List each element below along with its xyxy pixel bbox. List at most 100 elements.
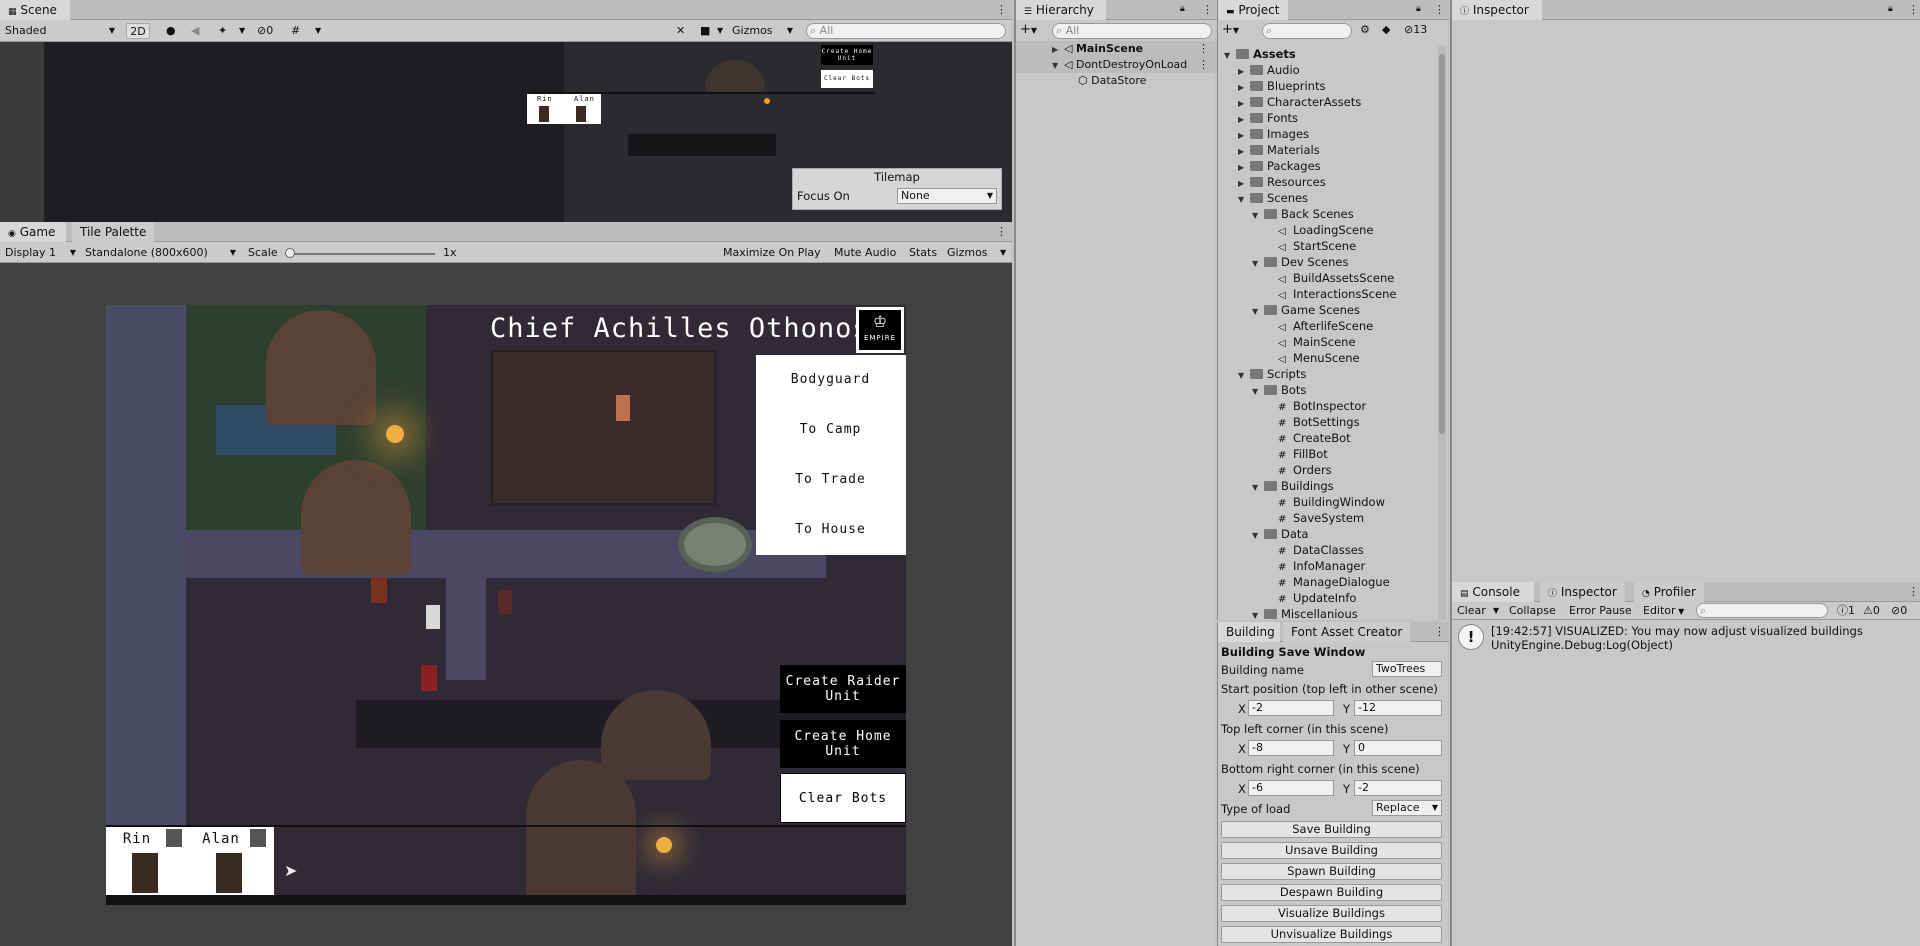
focus-on-dropdown[interactable]: None ▼ [897, 188, 997, 204]
scene-search-input[interactable]: ⌕ All [806, 23, 1006, 39]
empire-badge[interactable]: ♔ EMPIRE [856, 307, 904, 353]
error-pause-toggle[interactable]: Error Pause [1566, 603, 1635, 619]
menu-item-to-camp[interactable]: To Camp [756, 422, 905, 437]
camera-dropdown-icon[interactable]: ▼ [714, 23, 726, 39]
error-count-toggle[interactable]: ⊘0 [1888, 603, 1910, 619]
spawn-building-button[interactable]: Spawn Building [1221, 863, 1442, 880]
log-count-toggle[interactable]: ⓘ1 [1834, 603, 1858, 619]
scene-viewport[interactable]: Create Home Unit Clear Bots Rin Alan Til… [0, 42, 1012, 222]
project-tree-item[interactable]: ▼ Buildings [1218, 478, 1436, 494]
audio-icon[interactable]: ◀ [188, 23, 202, 39]
scale-slider-track[interactable] [290, 253, 435, 255]
project-tree-item[interactable]: ▼ Back Scenes [1218, 206, 1436, 222]
collapse-arrow-icon[interactable]: ▼ [1252, 256, 1264, 272]
project-tree-item[interactable]: ▶ Resources [1218, 174, 1436, 190]
project-scrollbar-thumb[interactable] [1439, 54, 1445, 434]
project-tree-item[interactable]: ◁ LoadingScene [1218, 222, 1436, 238]
kebab-menu-icon[interactable]: ⋮ [1198, 57, 1209, 73]
project-tree-item[interactable]: ◁ StartScene [1218, 238, 1436, 254]
effects-dropdown-icon[interactable]: ▼ [236, 23, 248, 39]
hidden-objects-toggle[interactable]: ⊘0 [254, 23, 276, 39]
project-tree-item[interactable]: ▼ Game Scenes [1218, 302, 1436, 318]
menu-item-bodyguard[interactable]: Bodyguard [756, 372, 905, 387]
game-menu-icon[interactable]: ⋮ [996, 225, 1007, 238]
project-tree-item[interactable]: # BotSettings [1218, 414, 1436, 430]
grid-dropdown-icon[interactable]: ▼ [312, 23, 324, 39]
project-tree-item[interactable]: ▶ Materials [1218, 142, 1436, 158]
editor-dropdown[interactable]: Editor ▼ [1640, 603, 1687, 619]
tab-hierarchy[interactable]: ☰ Hierarchy [1016, 0, 1106, 20]
project-tree-item[interactable]: ▼ Data [1218, 526, 1436, 542]
hierarchy-menu-icon[interactable]: ⋮ [1202, 3, 1213, 16]
bottom-right-x-field[interactable]: -6 [1248, 780, 1334, 796]
unit-card-alan[interactable]: Alan [190, 827, 274, 895]
hierarchy-row-datastore[interactable]: ⬡ DataStore [1016, 73, 1217, 89]
inspector-menu-icon[interactable]: ⋮ [1908, 3, 1919, 16]
project-tree-item[interactable]: ▼ Dev Scenes [1218, 254, 1436, 270]
unvisualize-buildings-button[interactable]: Unvisualize Buildings [1221, 926, 1442, 943]
grid-icon[interactable]: # [288, 23, 303, 39]
tab-project[interactable]: ▬ Project [1218, 0, 1288, 20]
start-y-field[interactable]: -12 [1354, 700, 1442, 716]
project-tree-item[interactable]: # DataClasses [1218, 542, 1436, 558]
shading-dropdown[interactable]: Shaded ▼ [2, 23, 117, 39]
lock-icon[interactable]: 🔒︎ [1888, 4, 1893, 14]
tab-inspector-secondary[interactable]: ⓘ Inspector [1540, 582, 1625, 602]
top-left-x-field[interactable]: -8 [1248, 740, 1334, 756]
game-viewport[interactable]: Chief Achilles Othonos I ♔ EMPIRE Bodygu… [106, 305, 906, 905]
hierarchy-row-mainscene[interactable]: ▶ ◁ MainScene ⋮ [1016, 41, 1217, 57]
collapse-arrow-icon[interactable]: ▼ [1252, 304, 1264, 320]
mute-audio-toggle[interactable]: Mute Audio [831, 245, 899, 261]
maximize-on-play-toggle[interactable]: Maximize On Play [720, 245, 824, 261]
project-tree-item[interactable]: ◁ AfterlifeScene [1218, 318, 1436, 334]
project-tree-item[interactable]: ▼ Miscellanious [1218, 606, 1436, 620]
unsave-building-button[interactable]: Unsave Building [1221, 842, 1442, 859]
collapse-arrow-icon[interactable]: ▼ [1252, 528, 1264, 544]
project-tree-item[interactable]: ◁ MenuScene [1218, 350, 1436, 366]
tab-tile-palette[interactable]: Tile Palette [72, 222, 155, 242]
tab-console[interactable]: ▤ Console [1452, 582, 1534, 602]
bottom-right-y-field[interactable]: -2 [1354, 780, 1442, 796]
collapse-arrow-icon[interactable]: ▼ [1238, 192, 1250, 208]
kebab-menu-icon[interactable]: ⋮ [1198, 41, 1209, 57]
collapse-arrow-icon[interactable]: ▼ [1238, 368, 1250, 384]
project-tree-item[interactable]: # UpdateInfo [1218, 590, 1436, 606]
project-tree-item[interactable]: ▶ Audio [1218, 62, 1436, 78]
stats-toggle[interactable]: Stats [906, 245, 940, 261]
project-tree-item[interactable]: ▼ Scripts [1218, 366, 1436, 382]
tab-building[interactable]: Building [1218, 622, 1280, 642]
scene-menu-icon[interactable]: ⋮ [996, 3, 1007, 16]
tab-scene[interactable]: ▦ Scene [0, 0, 70, 20]
hidden-packages-toggle[interactable]: ⊘13 [1404, 23, 1427, 36]
project-tree-item[interactable]: ▶ Images [1218, 126, 1436, 142]
effects-icon[interactable]: ✦ [215, 23, 230, 39]
project-menu-icon[interactable]: ⋮ [1434, 3, 1445, 16]
expand-arrow-icon[interactable]: ▶ [1052, 42, 1064, 58]
building-menu-icon[interactable]: ⋮ [1434, 625, 1445, 638]
visualize-buildings-button[interactable]: Visualize Buildings [1221, 905, 1442, 922]
project-tree-item[interactable]: # Orders [1218, 462, 1436, 478]
lock-icon[interactable]: 🔒︎ [1416, 4, 1421, 14]
despawn-building-button[interactable]: Despawn Building [1221, 884, 1442, 901]
collapse-toggle[interactable]: Collapse [1506, 603, 1559, 619]
save-building-button[interactable]: Save Building [1221, 821, 1442, 838]
unit-card-rin[interactable]: Rin [106, 827, 190, 895]
hierarchy-search-input[interactable]: ⌕ All [1052, 23, 1212, 39]
project-tree-item[interactable]: ◁ BuildAssetsScene [1218, 270, 1436, 286]
clear-button[interactable]: Clear [1454, 603, 1489, 619]
project-add-button[interactable]: +▼ [1222, 22, 1239, 37]
mode-2d-toggle[interactable]: 2D [126, 23, 150, 39]
filter-by-type-icon[interactable]: ⚙ [1360, 23, 1370, 36]
project-tree-item[interactable]: # BuildingWindow [1218, 494, 1436, 510]
filter-by-label-icon[interactable]: ◆ [1382, 23, 1390, 36]
resolution-dropdown[interactable]: Standalone (800x600) ▼ [82, 245, 238, 261]
display-dropdown[interactable]: Display 1 ▼ [2, 245, 78, 261]
camera-icon[interactable]: ■ [697, 23, 713, 39]
menu-item-to-trade[interactable]: To Trade [756, 472, 905, 487]
top-left-y-field[interactable]: 0 [1354, 740, 1442, 756]
project-tree-item[interactable]: # BotInspector [1218, 398, 1436, 414]
project-tree-item[interactable]: # FillBot [1218, 446, 1436, 462]
project-tree-item[interactable]: ▼ Scenes [1218, 190, 1436, 206]
project-tree-item[interactable]: ▼ Assets [1218, 46, 1436, 62]
menu-item-to-house[interactable]: To House [756, 522, 905, 537]
